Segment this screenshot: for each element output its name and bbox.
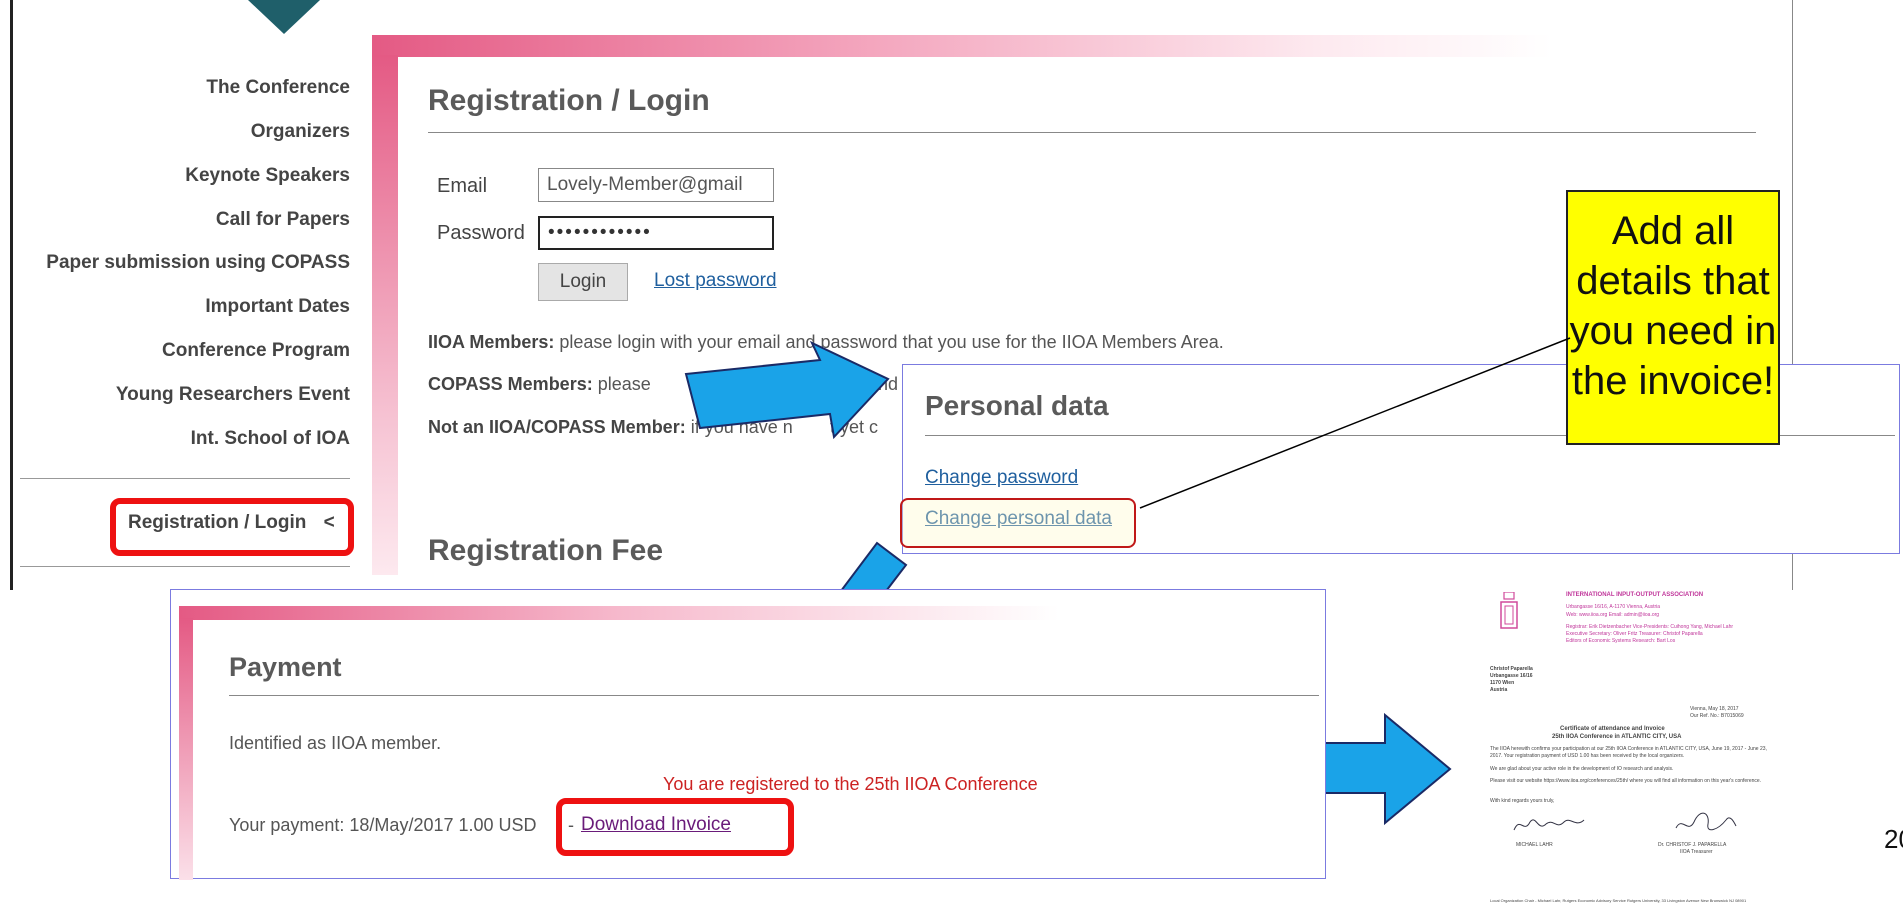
invoice-document: INTERNATIONAL INPUT-OUTPUT ASSOCIATION U…	[1480, 580, 1780, 917]
arrow-to-personal-data	[684, 340, 890, 440]
payment-gradient-top	[179, 606, 1059, 620]
invoice-sign-2: Dr. CHRISTOF J. PAPARELLA	[1658, 842, 1727, 848]
invoice-ref: Our Ref. No.: B7015069	[1690, 713, 1744, 719]
invoice-address: Urbangasse 16/16, A-1170 Vienna, Austria	[1566, 604, 1661, 610]
signature-paparella	[1675, 812, 1737, 831]
payment-title: Payment	[229, 652, 342, 682]
invoice-body-3: Please visit our website https://www.iio…	[1490, 778, 1762, 784]
payment-text: Your payment: 18/May/2017 1.00 USD	[229, 815, 537, 835]
payment-gradient-left	[179, 618, 193, 880]
identified-text: Identified as IIOA member.	[229, 733, 442, 753]
invoice-org: INTERNATIONAL INPUT-OUTPUT ASSOCIATION	[1566, 592, 1704, 598]
invoice-body-2: We are glad about your active role in th…	[1490, 766, 1674, 772]
invoice-officers-2: Executive Secretary: Oliver Fritz Treasu…	[1566, 631, 1703, 637]
highlight-download-invoice	[556, 798, 794, 856]
invoice-sign-2b: IIOA Treasurer	[1680, 849, 1713, 855]
invoice-sign-1: MICHAEL LAHR	[1516, 842, 1553, 848]
invoice-body-4: With kind regards yours truly,	[1490, 798, 1555, 804]
signature-lahr	[1513, 819, 1585, 831]
invoice-heading-1: Certificate of attendance and Invoice	[1560, 726, 1665, 732]
invoice-footer: Local Organization Chair - Michael Lahr,…	[1490, 898, 1747, 903]
invoice-body-1: The IIOA herewith confirms your particip…	[1490, 746, 1767, 759]
iioa-logo	[1500, 592, 1518, 629]
slide-number: 20	[1884, 824, 1903, 854]
invoice-recipient: Christof Paparella Urbangasse 16/16 1170…	[1490, 666, 1533, 693]
invoice-officers: Registrar: Erik Dietzenbacher Vice-Presi…	[1566, 624, 1734, 630]
registered-text: You are registered to the 25th IIOA Conf…	[663, 774, 1038, 794]
payment-rule	[229, 695, 1319, 696]
invoice-web: Web: www.iioa.org Email: admin@iioa.org	[1566, 612, 1660, 618]
invoice-date: Vienna, May 18, 2017	[1690, 706, 1739, 712]
invoice-heading-2: 25th IIOA Conference in ATLANTIC CITY, U…	[1552, 734, 1682, 740]
invoice-officers-3: Editors of Economic Systems Research: Ba…	[1566, 638, 1676, 644]
